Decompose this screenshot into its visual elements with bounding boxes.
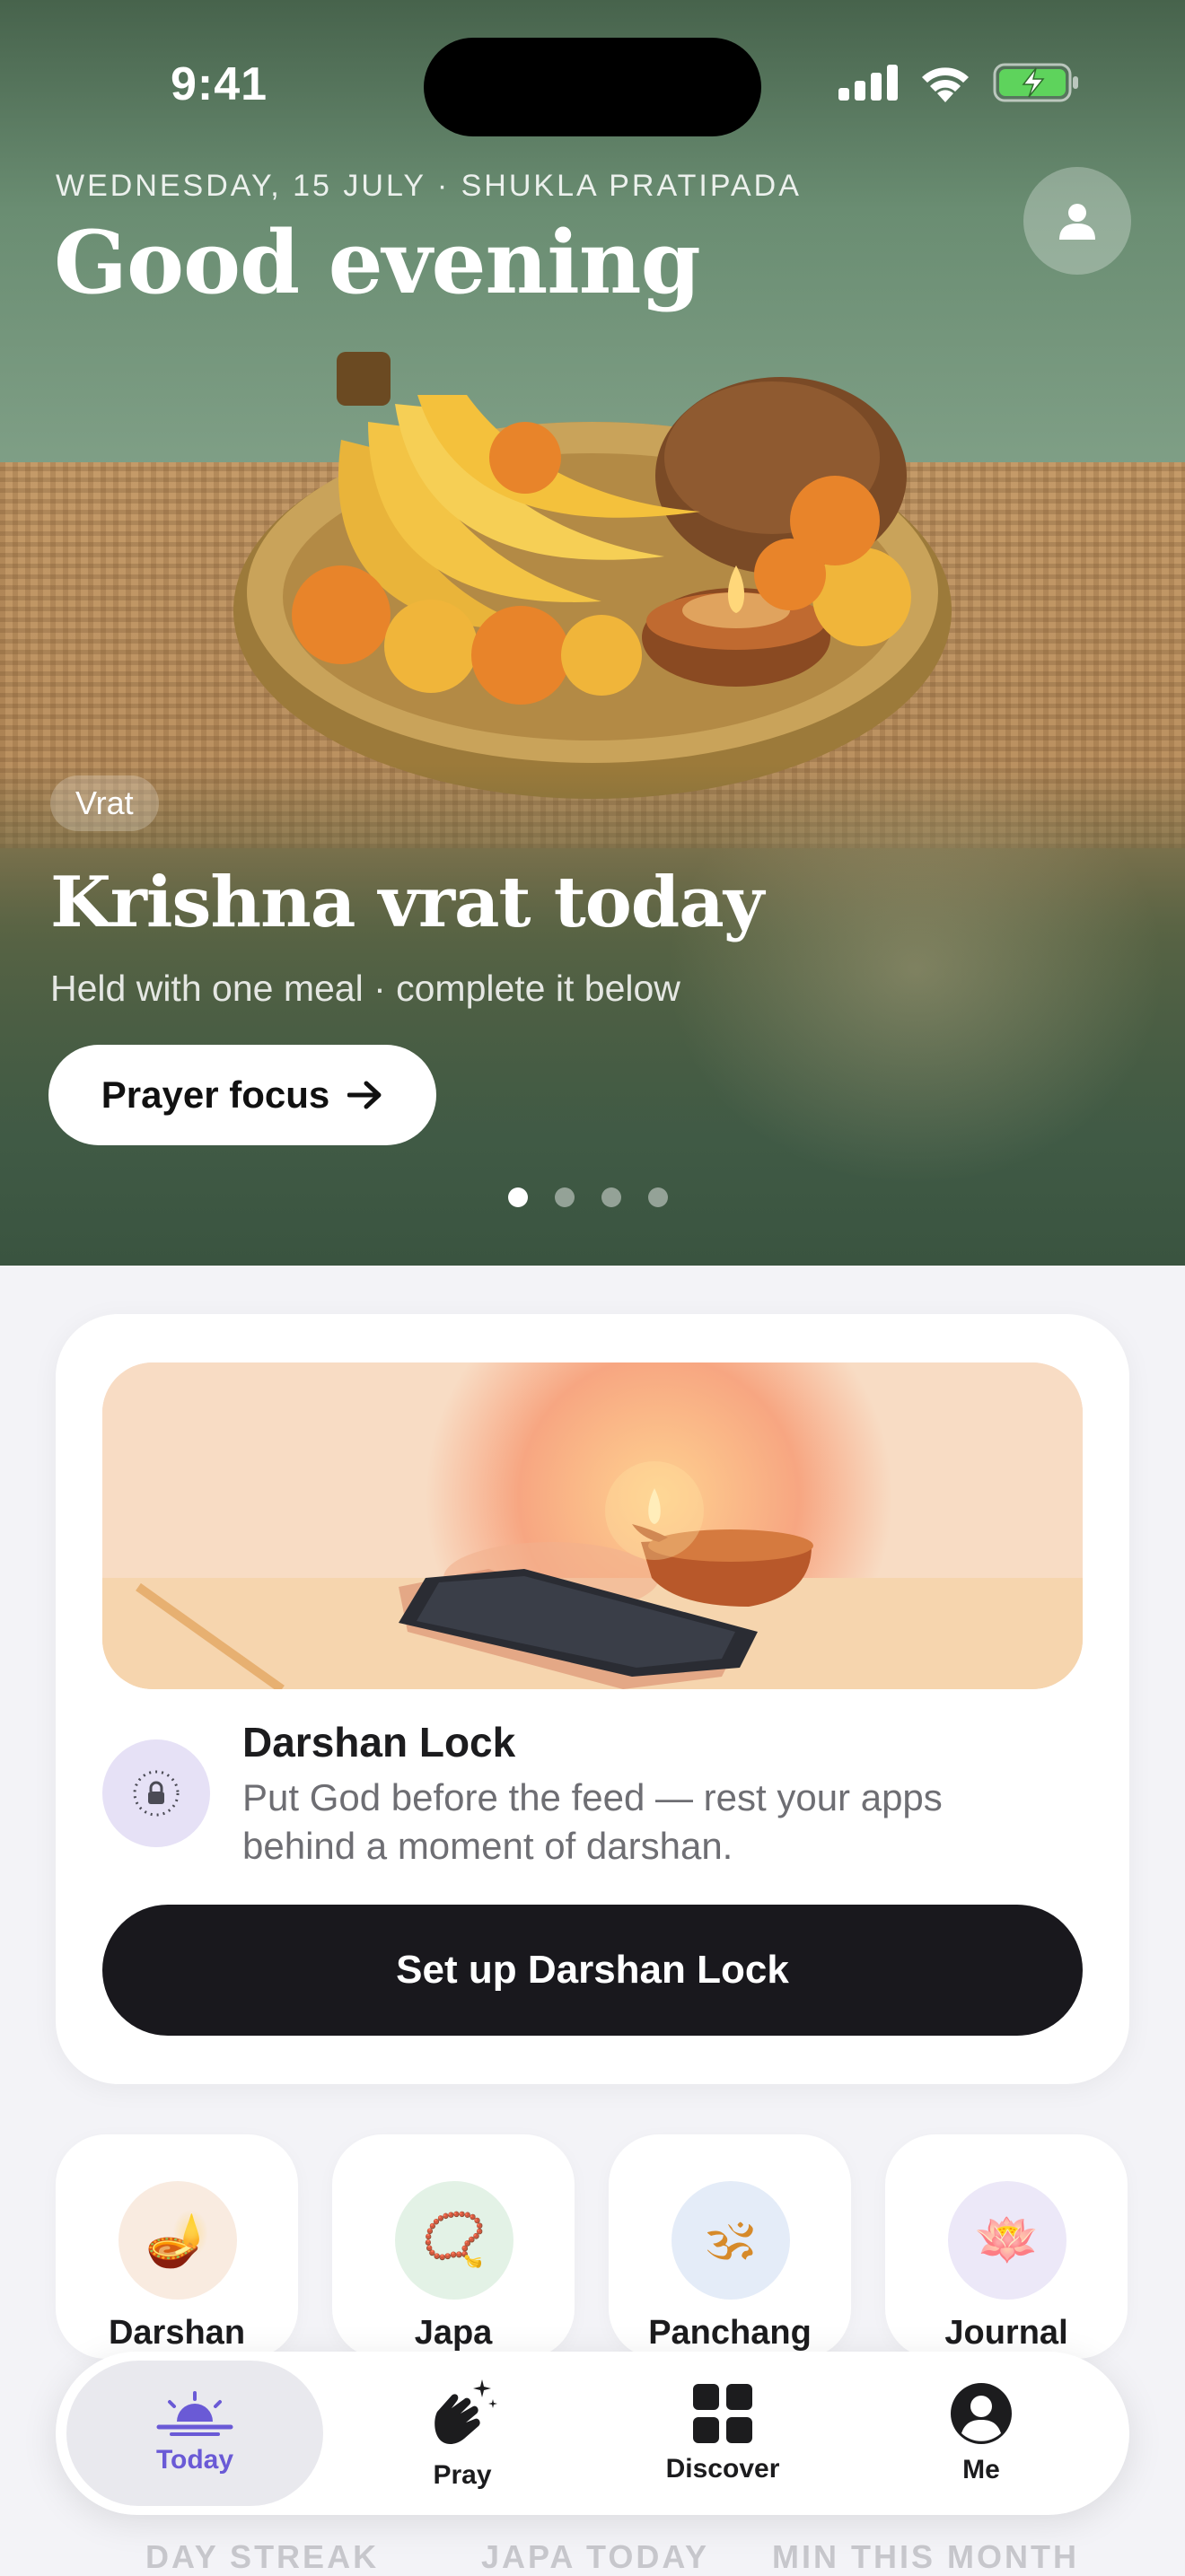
hero-subtitle: Held with one meal · complete it below <box>50 968 680 1009</box>
signal-icon <box>838 65 898 101</box>
quick-action-label: Darshan <box>108 2314 246 2352</box>
stats-row: DAY STREAK JAPA TODAY MIN THIS MONTH <box>0 2531 1185 2575</box>
prayer-focus-button[interactable]: Prayer focus <box>48 1045 436 1145</box>
darshan-lock-title: Darshan Lock <box>242 1719 516 1766</box>
tab-bar: Today Pray Discover Me <box>56 2352 1129 2515</box>
status-icons <box>838 63 1079 102</box>
hero-glow <box>646 736 1185 1203</box>
darshan-lock-description: Put God before the feed — rest your apps… <box>242 1776 943 1867</box>
hero-carousel[interactable]: 9:41 WEDNESDAY, 15 JULY · SHUKLA PRATIPA… <box>0 0 1185 1266</box>
battery-charging-icon <box>993 63 1078 102</box>
lotus-icon: 🪷 <box>948 2181 1066 2300</box>
prayer-focus-label: Prayer focus <box>101 1073 330 1116</box>
page-dot[interactable] <box>508 1187 528 1207</box>
date-panchang-line: WEDNESDAY, 15 JULY · SHUKLA PRATIPADA <box>56 169 802 203</box>
profile-button[interactable] <box>1023 167 1131 275</box>
arrow-right-icon <box>347 1081 382 1109</box>
quick-action-label: Panchang <box>648 2314 812 2352</box>
mala-beads-icon: 📿 <box>395 2181 514 2300</box>
lock-icon <box>133 1770 180 1817</box>
sunrise-icon <box>156 2391 233 2436</box>
greeting-heading: Good evening <box>54 212 701 313</box>
status-time: 9:41 <box>171 58 268 110</box>
quick-action-darshan[interactable]: 🪔 Darshan <box>56 2134 298 2359</box>
tab-label: Pray <box>433 2460 492 2490</box>
dynamic-island <box>424 38 761 136</box>
person-icon <box>1059 204 1095 240</box>
stat-label-day-streak: DAY STREAK <box>145 2538 380 2575</box>
lock-icon-badge <box>102 1739 210 1847</box>
carousel-page-indicator[interactable] <box>508 1187 668 1207</box>
stat-label-min-this-month: MIN THIS MONTH <box>772 2538 1079 2575</box>
praying-hands-icon <box>434 2379 497 2444</box>
tab-discover[interactable]: Discover <box>594 2361 851 2506</box>
tab-pray[interactable]: Pray <box>334 2361 591 2506</box>
quick-action-label: Japa <box>414 2314 493 2352</box>
vrat-tag: Vrat <box>50 775 159 831</box>
page-dot[interactable] <box>648 1187 668 1207</box>
quick-action-label: Journal <box>944 2314 1068 2352</box>
diya-icon: 🪔 <box>118 2181 237 2300</box>
tab-label: Me <box>962 2455 1000 2484</box>
page-dot[interactable] <box>601 1187 621 1207</box>
quick-actions-row: 🪔 Darshan 📿 Japa 🕉 Panchang 🪷 Journal <box>56 2134 1129 2359</box>
om-icon: 🕉 <box>672 2181 790 2300</box>
quick-action-panchang[interactable]: 🕉 Panchang <box>609 2134 851 2359</box>
grid-icon <box>693 2384 752 2443</box>
darshan-lock-card: Darshan Lock Put God before the feed — r… <box>56 1314 1129 2084</box>
quick-action-japa[interactable]: 📿 Japa <box>332 2134 575 2359</box>
hero-title: Krishna vrat today <box>50 862 764 943</box>
quick-action-journal[interactable]: 🪷 Journal <box>885 2134 1128 2359</box>
page-dot[interactable] <box>555 1187 575 1207</box>
tab-me[interactable]: Me <box>853 2361 1110 2506</box>
phone-and-diya-illustration <box>102 1362 1083 1689</box>
person-circle-icon <box>951 2383 1012 2444</box>
tab-label: Discover <box>665 2454 780 2484</box>
tab-label: Today <box>155 2445 234 2475</box>
stat-label-japa-today: JAPA TODAY <box>481 2538 710 2575</box>
darshan-lock-illustration <box>102 1362 1083 1689</box>
setup-darshan-lock-button[interactable]: Set up Darshan Lock <box>102 1905 1083 2036</box>
tab-today[interactable]: Today <box>66 2361 323 2506</box>
wifi-icon <box>922 67 969 102</box>
